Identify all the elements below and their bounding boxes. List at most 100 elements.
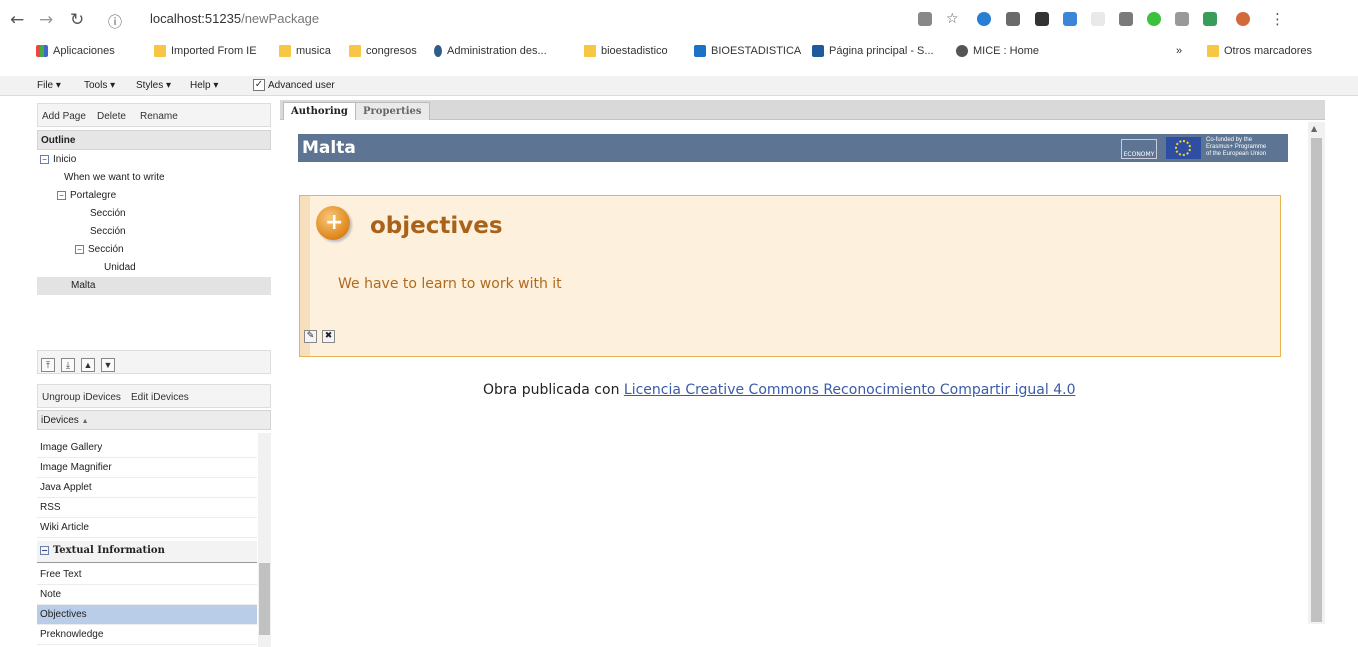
outline-toolbar: Add Page Delete Rename [37, 103, 271, 127]
edit-icon[interactable]: ✎ [304, 330, 317, 343]
outline-item[interactable]: Unidad [37, 259, 271, 277]
page-header-bar: Malta ECONOMY Co-funded by the Erasmus+ … [298, 134, 1288, 162]
outline-move-toolbar: ⤒ ⤓ ▲ ▼ [37, 350, 271, 374]
license-link[interactable]: Licencia Creative Commons Reconocimiento… [624, 382, 1076, 398]
tab-authoring[interactable]: Authoring [283, 102, 356, 120]
outline-item-label: Sección [90, 226, 126, 237]
menu-styles[interactable]: Styles ▾ [136, 80, 171, 91]
extension-icon[interactable] [1063, 12, 1077, 26]
add-page-button[interactable]: Add Page [42, 111, 86, 122]
menu-label: File [37, 80, 54, 91]
outline-item-label: Portalegre [70, 190, 117, 201]
outline-item[interactable]: Sección [37, 223, 271, 241]
content-scrollbar[interactable]: ▲ [1308, 122, 1325, 624]
outline-item-inicio[interactable]: − Inicio [37, 151, 271, 169]
bookmark-apps[interactable]: Aplicaciones [36, 45, 115, 57]
bookmark-label: bioestadistico [601, 45, 668, 57]
idevice-group-label: Textual Information [53, 545, 165, 556]
menu-help[interactable]: Help ▾ [190, 80, 218, 91]
more-label: » [1176, 45, 1183, 57]
scroll-up-icon[interactable]: ▲ [1311, 124, 1317, 133]
move-down-icon[interactable]: ▼ [101, 358, 115, 372]
bookmark-bioestadistico[interactable]: bioestadistico [584, 45, 668, 57]
address-bar[interactable]: localhost:51235/newPackage [150, 11, 319, 26]
menu-file[interactable]: File ▾ [37, 80, 61, 91]
translate-icon[interactable] [918, 12, 932, 26]
delete-button[interactable]: Delete [97, 111, 126, 122]
sort-asc-icon: ▲ [81, 418, 89, 425]
idevice-item[interactable]: Note [37, 585, 257, 605]
bookmark-label: Aplicaciones [53, 45, 115, 57]
extension-icon[interactable] [1119, 12, 1133, 26]
objectives-plus-icon: + [316, 206, 350, 240]
economy-logo: ECONOMY [1121, 139, 1157, 159]
extension-icon[interactable] [1035, 12, 1049, 26]
outline-item[interactable]: − Sección [37, 241, 271, 259]
bookmark-administration[interactable]: Administration des... [434, 45, 547, 57]
bookmark-otros[interactable]: Otros marcadores [1207, 45, 1312, 57]
outline-item-label: Sección [90, 208, 126, 219]
info-icon[interactable]: ⓘ [108, 12, 122, 32]
license-prefix: Obra publicada con [483, 382, 624, 398]
extension-icon[interactable] [1147, 12, 1161, 26]
bookmarks-more-button[interactable]: » [1176, 45, 1182, 57]
advanced-user-checkbox[interactable]: ✓ [253, 79, 265, 91]
extension-icon[interactable] [1203, 12, 1217, 26]
outline-item-malta[interactable]: Malta [37, 277, 271, 295]
move-top-icon[interactable]: ⤒ [41, 358, 55, 372]
profile-avatar[interactable] [1236, 12, 1250, 26]
idevice-item[interactable]: Preknowledge [37, 625, 257, 645]
outline-item[interactable]: Sección [37, 205, 271, 223]
move-up-icon[interactable]: ▲ [81, 358, 95, 372]
eu-flag-icon [1166, 137, 1201, 159]
idevice-item[interactable]: Image Magnifier [37, 458, 257, 478]
outline-item-portalegre[interactable]: − Portalegre [37, 187, 271, 205]
eu-text-line: Co-funded by the [1206, 137, 1253, 143]
bookmark-congresos[interactable]: congresos [349, 45, 417, 57]
star-icon[interactable]: ☆ [946, 11, 959, 27]
outline-item[interactable]: When we want to write [37, 169, 271, 187]
bookmark-musica[interactable]: musica [279, 45, 331, 57]
idevice-item-objectives[interactable]: Objectives [37, 605, 257, 625]
idevices-header[interactable]: iDevices ▲ [37, 410, 271, 430]
extension-icon[interactable] [977, 12, 991, 26]
bookmark-label: Página principal - S... [829, 45, 934, 57]
bookmark-pagina-principal[interactable]: Página principal - S... [812, 45, 934, 57]
edit-idevices-button[interactable]: Edit iDevices [131, 392, 189, 403]
collapse-icon[interactable]: − [57, 190, 66, 200]
left-pane: Add Page Delete Rename Outline − Inicio W… [37, 100, 271, 647]
menu-dots-icon[interactable]: ⋮ [1270, 10, 1285, 28]
bookmark-bioestadistica[interactable]: BIOESTADISTICA [694, 45, 801, 57]
ungroup-idevices-button[interactable]: Ungroup iDevices [42, 392, 121, 403]
scrollbar-thumb[interactable] [259, 563, 270, 635]
reload-icon[interactable]: ↻ [70, 10, 84, 30]
outline-item-label: Sección [88, 244, 124, 255]
move-bottom-icon[interactable]: ⤓ [61, 358, 75, 372]
idevice-item[interactable]: Image Gallery [37, 438, 257, 458]
menu-tools[interactable]: Tools ▾ [84, 80, 115, 91]
rename-button[interactable]: Rename [140, 111, 178, 122]
scrollbar-thumb[interactable] [1311, 138, 1322, 622]
extension-icon[interactable] [1175, 12, 1189, 26]
idevice-item[interactable]: Java Applet [37, 478, 257, 498]
delete-icon[interactable]: ✖ [322, 330, 335, 343]
idevice-item[interactable]: Free Text [37, 565, 257, 585]
outline-item-label: Inicio [53, 154, 77, 165]
bookmark-label: MICE : Home [973, 45, 1040, 57]
idevice-item[interactable]: RSS [37, 498, 257, 518]
extension-icon[interactable] [1091, 12, 1105, 26]
collapse-icon[interactable]: − [40, 154, 49, 164]
collapse-icon[interactable]: − [40, 546, 49, 555]
collapse-icon[interactable]: − [75, 244, 84, 254]
site-icon [812, 45, 824, 57]
bookmark-mice[interactable]: MICE : Home [956, 45, 1039, 57]
tab-properties[interactable]: Properties [355, 102, 430, 120]
extension-icon[interactable] [1006, 12, 1020, 26]
bookmark-imported[interactable]: Imported From IE [154, 45, 257, 57]
idevices-scrollbar[interactable] [258, 433, 271, 647]
idevice-group-textual[interactable]: − Textual Information [37, 541, 257, 563]
forward-icon[interactable]: → [39, 10, 53, 30]
back-icon[interactable]: ← [10, 10, 24, 30]
idevice-item[interactable]: Wiki Article [37, 518, 257, 538]
tab-strip: Authoring Properties [280, 100, 1325, 120]
